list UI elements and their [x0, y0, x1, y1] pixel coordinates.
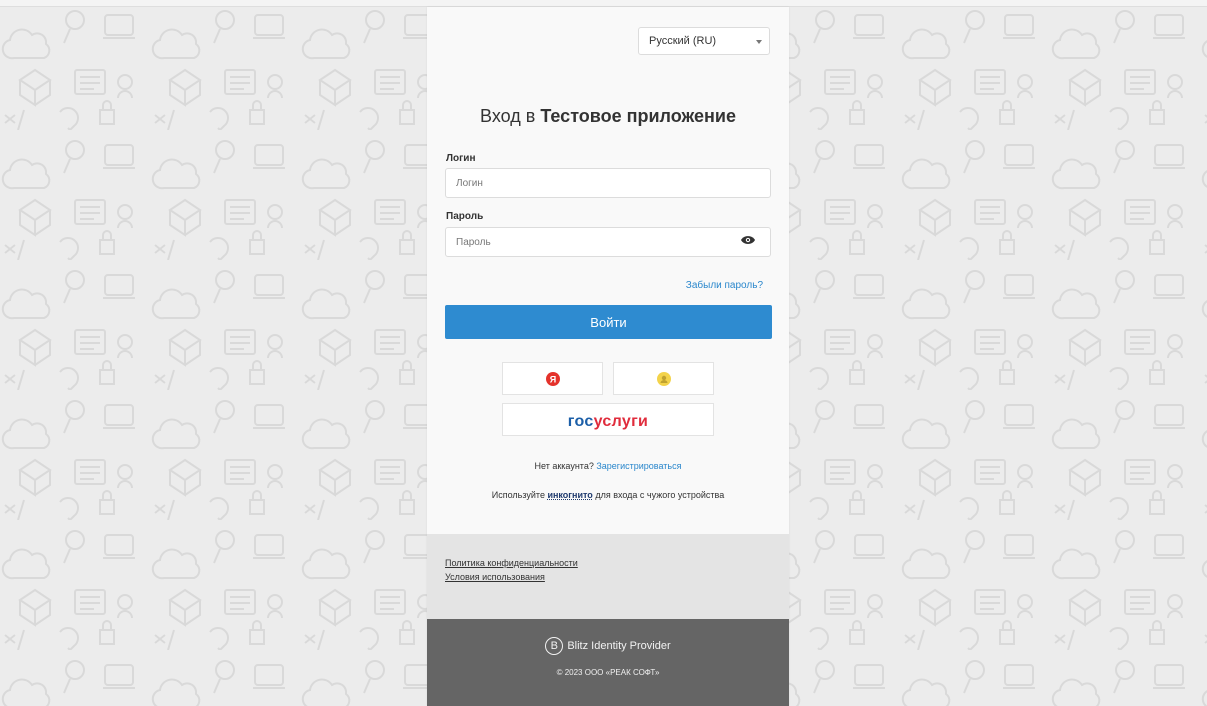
login-label: Логин [446, 153, 476, 164]
login-input[interactable] [445, 168, 771, 198]
sber-icon [657, 372, 671, 386]
footer: B Blitz Identity Provider © 2023 ООО «РЕА… [427, 619, 789, 706]
title-prefix: Вход в [480, 106, 541, 126]
no-account-text: Нет аккаунта? [534, 461, 594, 471]
sber-login-button[interactable] [613, 362, 714, 395]
yandex-icon-letter: Я [550, 375, 556, 385]
brand-name: Blitz Identity Provider [567, 639, 671, 652]
eye-icon[interactable] [741, 234, 755, 246]
gosuslugi-logo: госуслуги [503, 413, 713, 431]
incognito-hint-before: Используйте [491, 490, 548, 500]
top-border [0, 0, 1207, 7]
gosuslugi-logo-part2: услуги [593, 413, 649, 430]
privacy-policy-link[interactable]: Политика конфиденциальности [445, 558, 578, 568]
yandex-login-button[interactable]: Я [502, 362, 603, 395]
language-select[interactable]: Русский (RU) [638, 27, 770, 55]
chevron-down-icon [756, 40, 762, 44]
incognito-hint-after: для входа с чужого устройства [592, 490, 725, 500]
language-select-value: Русский (RU) [649, 35, 717, 47]
gosuslugi-login-button[interactable]: госуслуги [502, 403, 714, 436]
gosuslugi-logo-part1: гос [567, 413, 594, 430]
login-button[interactable]: Войти [445, 305, 772, 339]
register-link[interactable]: Зарегистрироваться [596, 461, 681, 471]
legal-section: Политика конфиденциальности Условия испо… [427, 534, 789, 619]
yandex-icon: Я [546, 372, 560, 386]
register-row: Нет аккаунта? Зарегистрироваться [427, 461, 789, 471]
incognito-link[interactable]: инкогнито [547, 490, 592, 500]
incognito-hint: Используйте инкогнито для входа с чужого… [427, 490, 789, 500]
forgot-password-link[interactable]: Забыли пароль? [686, 280, 763, 291]
login-card: Русский (RU) Вход в Тестовое приложение … [427, 7, 789, 706]
blitz-logo-icon: B [545, 637, 564, 655]
password-input[interactable] [445, 227, 771, 257]
brand: B Blitz Identity Provider [427, 637, 789, 655]
password-label: Пароль [446, 211, 484, 222]
copyright: © 2023 ООО «РЕАК СОФТ» [556, 668, 660, 677]
terms-of-use-link[interactable]: Условия использования [445, 572, 545, 582]
title-app-name: Тестовое приложение [540, 106, 736, 126]
page-title: Вход в Тестовое приложение [427, 106, 789, 127]
